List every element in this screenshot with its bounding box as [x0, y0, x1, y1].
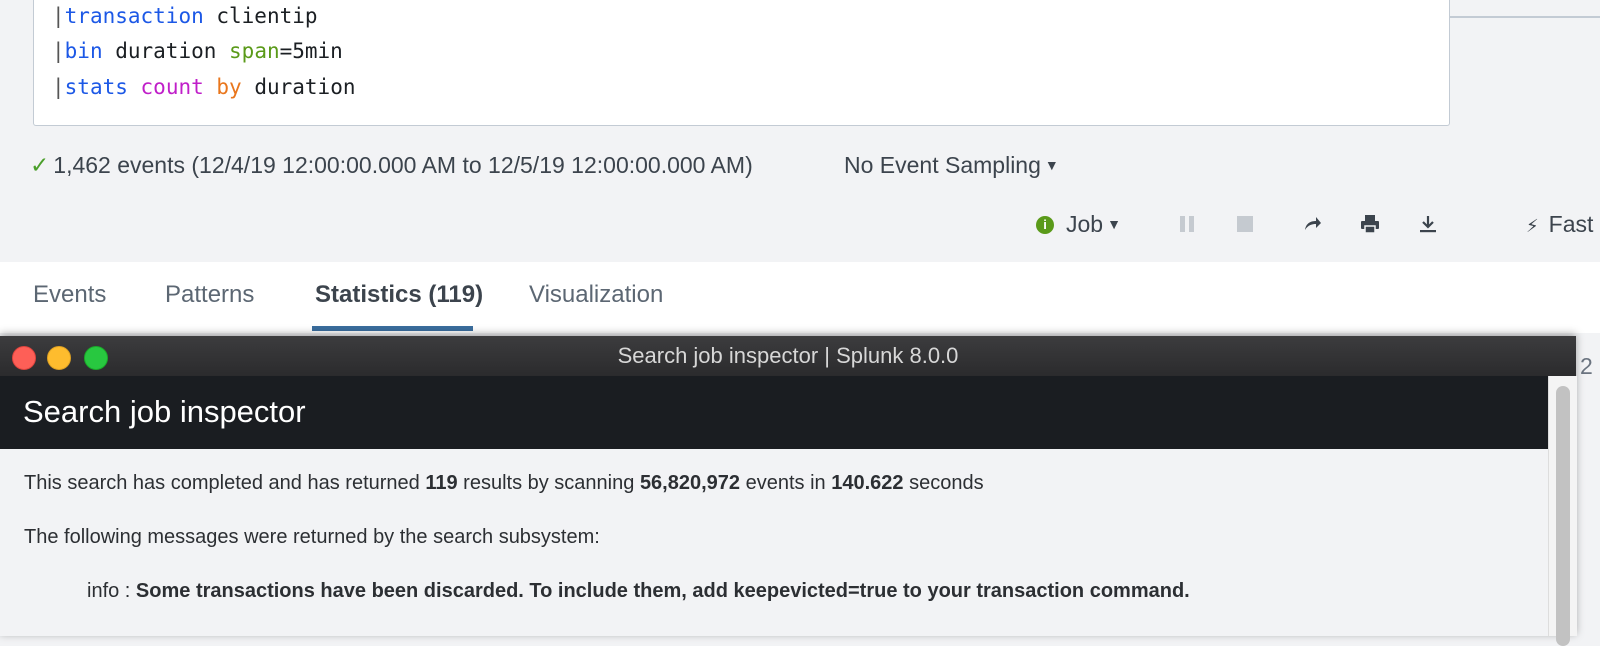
export-button[interactable]: [1415, 210, 1441, 238]
by-keyword: by: [216, 75, 242, 99]
minimize-window-button[interactable]: [47, 346, 71, 370]
message-text: Some transactions have been discarded. T…: [135, 580, 1190, 602]
search-editor[interactable]: |transaction clientip |bin duration span…: [33, 0, 1450, 126]
download-icon: [1420, 216, 1436, 233]
stop-button[interactable]: [1232, 210, 1258, 238]
share-icon: [1305, 217, 1321, 230]
print-button[interactable]: [1357, 210, 1383, 238]
tab-patterns[interactable]: Patterns: [165, 275, 254, 315]
search-job-inspector-window: Search job inspector | Splunk 8.0.0 Sear…: [0, 336, 1577, 646]
job-summary: This search has completed and has return…: [24, 472, 984, 494]
window-title: Search job inspector | Splunk 8.0.0: [617, 343, 959, 368]
info-icon: i: [1036, 216, 1054, 234]
close-window-button[interactable]: [12, 346, 36, 370]
job-menu-button[interactable]: i Job ▼: [1036, 206, 1121, 242]
message-level: info :: [87, 580, 136, 602]
vertical-scrollbar[interactable]: [1548, 376, 1577, 646]
scrollbar-thumb[interactable]: [1556, 386, 1570, 646]
command-keyword: transaction: [64, 4, 204, 28]
zoom-window-button[interactable]: [84, 346, 108, 370]
search-mode-dropdown[interactable]: ⚡ Fast: [1526, 206, 1593, 242]
inspector-header: Search job inspector: [0, 376, 1548, 449]
messages-intro: The following messages were returned by …: [24, 526, 600, 548]
window-titlebar[interactable]: Search job inspector | Splunk 8.0.0: [0, 336, 1576, 377]
share-button[interactable]: [1299, 210, 1325, 238]
stop-icon: [1237, 216, 1253, 232]
run-duration: 140.622: [831, 472, 904, 494]
caret-down-icon: ▼: [1107, 216, 1121, 232]
print-icon: [1361, 215, 1379, 234]
lightning-icon: ⚡: [1526, 216, 1539, 236]
function-keyword: count: [140, 75, 204, 99]
page-title: Search job inspector: [23, 394, 306, 429]
editor-divider: [1450, 16, 1600, 18]
tab-events[interactable]: Events: [33, 275, 106, 315]
event-sampling-dropdown[interactable]: No Event Sampling ▼: [844, 147, 1059, 183]
scanned-event-count: 56,820,972: [639, 472, 741, 494]
events-summary: 1,462 events (12/4/19 12:00:00.000 AM to…: [53, 152, 753, 178]
tab-visualization[interactable]: Visualization: [529, 275, 663, 315]
search-status: ✓ 1,462 events (12/4/19 12:00:00.000 AM t…: [30, 147, 753, 183]
command-keyword: bin: [64, 39, 103, 63]
result-count: 119: [425, 472, 458, 494]
command-keyword: stats: [64, 75, 128, 99]
tab-statistics[interactable]: Statistics (119): [315, 275, 483, 315]
option-keyword: span: [229, 39, 280, 63]
background-fragment: 2: [1580, 353, 1593, 379]
pause-icon: [1178, 216, 1196, 232]
search-line-3[interactable]: |stats count by duration: [52, 72, 356, 102]
caret-down-icon: ▼: [1044, 157, 1059, 173]
active-tab-indicator: [312, 326, 473, 331]
results-tabs: Events Patterns Statistics (119) Visuali…: [0, 262, 1600, 333]
search-line-2[interactable]: |bin duration span=5min: [52, 36, 343, 66]
info-message: info : Some transactions have been disca…: [87, 580, 1190, 603]
search-line-1[interactable]: |transaction clientip: [52, 1, 318, 31]
pause-button[interactable]: [1174, 210, 1200, 238]
check-icon: ✓: [30, 152, 50, 178]
